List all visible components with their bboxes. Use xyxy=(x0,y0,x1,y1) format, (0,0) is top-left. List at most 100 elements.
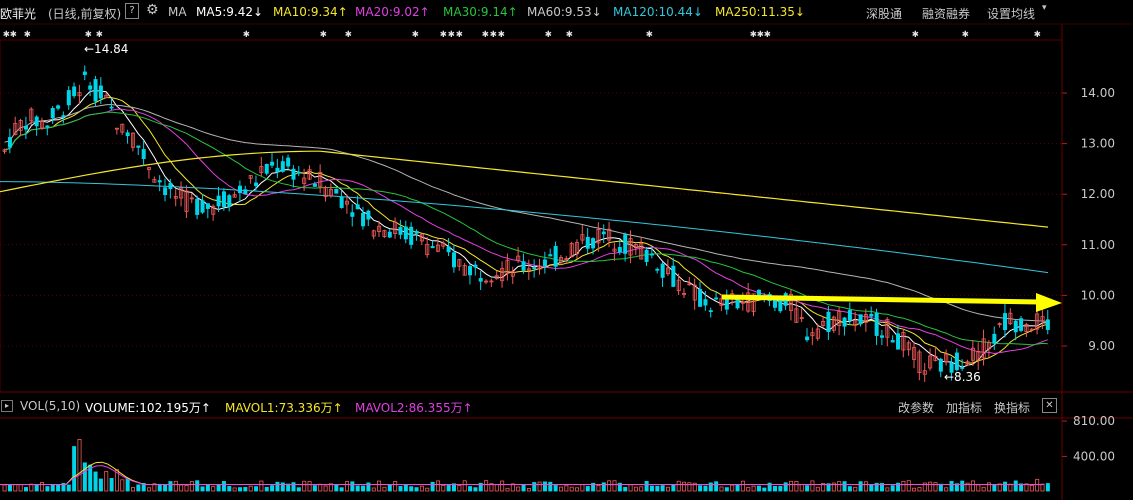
kline-chart[interactable]: 14.00 13.00 12.00 11.00 10.00 9.00 810.00400.… xyxy=(0,0,1133,500)
dropdown-arrow-icon[interactable]: ▾ xyxy=(1042,3,1047,13)
candle-body xyxy=(286,157,291,167)
candle-body xyxy=(869,313,874,317)
volume-bar xyxy=(607,480,612,492)
volume-bar xyxy=(575,487,580,492)
event-star-icon[interactable]: ✱ xyxy=(440,27,447,40)
volume-bar xyxy=(944,487,949,492)
price-axis: 14.00 13.00 12.00 11.00 10.00 9.00 xyxy=(1062,86,1115,353)
candle-body xyxy=(532,267,537,270)
volume-bar xyxy=(703,485,708,492)
event-star-icon[interactable]: ✱ xyxy=(962,27,969,40)
volume-bar xyxy=(676,480,681,492)
volume-bar xyxy=(462,480,467,492)
volume-bar xyxy=(778,485,783,492)
volume-bar xyxy=(933,482,938,492)
ma10-value: MA10:9.34↑ xyxy=(273,5,348,19)
event-star-icon[interactable]: ✱ xyxy=(912,27,919,40)
mavol2-line xyxy=(0,465,1044,486)
candle-body xyxy=(34,116,39,127)
candle-body xyxy=(805,336,810,341)
candle-body xyxy=(82,71,87,75)
event-star-icon[interactable]: ✱ xyxy=(456,27,463,40)
close-icon[interactable]: ✕ xyxy=(1042,398,1057,413)
price-tick-label: 9.00 xyxy=(1088,339,1115,353)
volume-bar xyxy=(1008,483,1013,492)
volume-bar xyxy=(906,480,911,492)
candle-body xyxy=(773,299,778,308)
event-star-icon[interactable]: ✱ xyxy=(243,27,250,40)
volume-bar xyxy=(628,484,633,492)
volume-bar xyxy=(275,481,280,492)
event-star-icon[interactable]: ✱ xyxy=(96,27,103,40)
volume-bar xyxy=(125,478,130,492)
candle-body xyxy=(88,85,93,90)
volume-bar xyxy=(409,486,414,492)
expand-icon[interactable]: ▸ xyxy=(1,400,13,412)
candle-body xyxy=(468,265,473,276)
candle-body xyxy=(339,196,344,208)
ma30-line xyxy=(4,111,1048,346)
event-star-icon[interactable]: ✱ xyxy=(345,27,352,40)
volume-bar xyxy=(173,480,178,492)
volume-bar xyxy=(7,484,12,492)
event-star-icon[interactable]: ✱ xyxy=(85,27,92,40)
candle-body xyxy=(778,299,783,312)
event-star-icon[interactable]: ✱ xyxy=(448,27,455,40)
ma-settings-button[interactable]: 设置均线 xyxy=(987,5,1035,22)
candle-body xyxy=(254,182,259,186)
candle-body xyxy=(275,167,280,173)
event-star-icon[interactable]: ✱ xyxy=(646,27,653,40)
event-star-icon[interactable]: ✱ xyxy=(545,27,552,40)
event-star-icon[interactable]: ✱ xyxy=(764,27,771,40)
mavol2-value: MAVOL2:86.355万↑ xyxy=(355,401,473,415)
candle-body xyxy=(446,246,451,253)
volume-bar xyxy=(815,486,820,492)
change-params-button[interactable]: 改参数 xyxy=(898,399,934,416)
help-icon[interactable]: ? xyxy=(125,3,139,19)
event-star-icon[interactable]: ✱ xyxy=(3,27,10,40)
switch-indicator-button[interactable]: 换指标 xyxy=(994,399,1030,416)
event-star-icon[interactable]: ✱ xyxy=(498,27,505,40)
volume-bar xyxy=(789,480,794,492)
candle-body xyxy=(291,168,296,180)
ma-label[interactable]: MA xyxy=(168,5,187,19)
period-label[interactable]: (日线,前复权) xyxy=(48,5,121,22)
shenguotong-button[interactable]: 深股通 xyxy=(866,5,902,22)
volume-bar xyxy=(976,484,981,492)
volume-bar xyxy=(98,478,103,492)
candle-body xyxy=(221,191,226,208)
volume-bar xyxy=(537,481,542,492)
event-star-icon[interactable]: ✱ xyxy=(490,27,497,40)
volume-bar xyxy=(355,485,360,492)
margin-trading-button[interactable]: 融资融券 xyxy=(922,5,970,22)
volume-bar xyxy=(270,485,275,492)
candle-body xyxy=(355,204,360,210)
volume-bar xyxy=(484,480,489,492)
event-star-icon[interactable]: ✱ xyxy=(1034,27,1041,40)
event-star-icon[interactable]: ✱ xyxy=(566,27,573,40)
event-star-icon[interactable]: ✱ xyxy=(412,27,419,40)
low-price-marker: ←8.36 xyxy=(944,370,981,384)
add-indicator-button[interactable]: 加指标 xyxy=(946,399,982,416)
event-star-icon[interactable]: ✱ xyxy=(750,27,757,40)
volume-bar xyxy=(666,486,671,492)
volume-bar xyxy=(13,484,18,492)
volume-bar xyxy=(307,481,312,492)
candle-body xyxy=(264,164,269,174)
candle-body xyxy=(671,265,676,287)
volume-bar xyxy=(34,484,39,492)
candle-body xyxy=(409,226,414,245)
event-star-icon[interactable]: ✱ xyxy=(757,27,764,40)
event-marker-row: ✱ ✱ ✱ ✱ ✱ ✱ ✱ ✱ ✱ ✱ ✱ ✱ ✱ ✱ ✱ ✱ ✱ ✱ ✱ ✱ ✱ ✱ ✱ ✱ xyxy=(0,24,1133,40)
candle-body xyxy=(200,200,205,213)
candle-body xyxy=(521,261,526,271)
volume-bar xyxy=(221,481,226,492)
event-star-icon[interactable]: ✱ xyxy=(320,27,327,40)
event-star-icon[interactable]: ✱ xyxy=(482,27,489,40)
event-star-icon[interactable]: ✱ xyxy=(24,27,31,40)
volume-bar xyxy=(387,484,392,492)
gear-icon[interactable]: ⚙ xyxy=(146,2,159,18)
vol-label[interactable]: VOL(5,10) xyxy=(20,399,80,413)
volume-bar xyxy=(521,484,526,492)
event-star-icon[interactable]: ✱ xyxy=(10,27,17,40)
